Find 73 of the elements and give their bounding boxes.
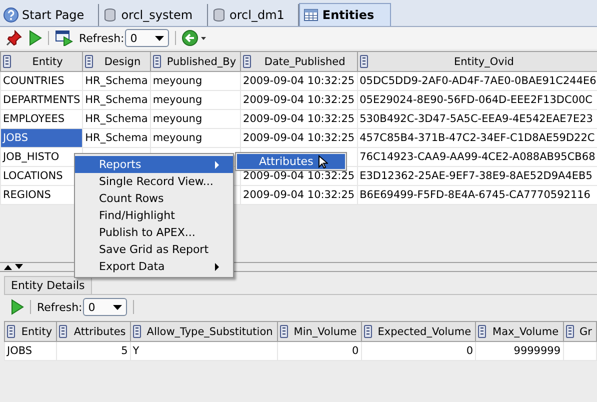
sort-icon	[280, 325, 288, 338]
table-cell: meyoung	[150, 72, 241, 90]
table-cell: HR_Schema	[82, 128, 150, 148]
mouse-cursor-icon	[318, 155, 328, 169]
database-icon	[102, 7, 118, 23]
table-cell: DEPARTMENTS	[0, 90, 83, 110]
table-cell: 2009-09-04 10:32:25	[240, 110, 358, 128]
sort-icon	[59, 325, 68, 338]
column-header[interactable]: Date_Published	[240, 52, 358, 72]
table-cell: HR_Schema	[82, 90, 150, 110]
table-cell: 2009-09-04 10:32:25	[240, 186, 358, 204]
refresh-dropdown[interactable]: 0	[83, 298, 128, 316]
table-cell: COUNTRIES	[0, 72, 83, 90]
column-header[interactable]: Published_By	[150, 52, 241, 72]
editor-tab[interactable]: Entities	[299, 3, 392, 26]
table-cell: meyoung	[150, 90, 241, 110]
table-cell: 2009-09-04 10:32:25	[240, 90, 358, 110]
table-cell: HR_Schema	[82, 72, 150, 90]
sort-icon	[478, 325, 486, 338]
dropdown-arrow-icon	[113, 304, 122, 310]
table-cell: 0	[361, 342, 476, 360]
column-header[interactable]: Max_Volume	[476, 322, 564, 342]
table-cell: 0	[277, 342, 362, 360]
table-cell: meyoung	[150, 128, 241, 148]
refresh-label: Refresh:	[37, 300, 82, 314]
editor-tab[interactable]: Start Page	[0, 4, 100, 26]
table-cell: meyoung	[150, 110, 241, 128]
sort-icon	[360, 55, 368, 68]
dropdown-arrow-icon	[155, 36, 164, 40]
sort-icon	[7, 325, 15, 338]
table-cell: 2009-09-04 10:32:25	[240, 128, 358, 148]
back-arrow-icon[interactable]	[182, 30, 208, 46]
sql-run-icon[interactable]	[55, 30, 73, 46]
menu-item[interactable]: Attributes	[237, 154, 345, 169]
column-header[interactable]: Design	[82, 52, 150, 72]
column-header[interactable]: Attributes	[56, 322, 130, 342]
column-header[interactable]: Entity	[0, 52, 83, 72]
refresh-label: Refresh:	[79, 32, 124, 44]
sort-icon	[132, 325, 141, 338]
column-header[interactable]: Entity	[4, 322, 57, 342]
column-header[interactable]: Gr	[563, 322, 596, 342]
pin-icon[interactable]	[6, 30, 22, 46]
menu-item[interactable]: Find/Highlight	[75, 207, 233, 224]
refresh-dropdown[interactable]: 0	[125, 29, 170, 47]
collapse-arrows-icon[interactable]	[4, 264, 24, 270]
run-icon[interactable]	[10, 299, 24, 315]
table-icon	[303, 7, 320, 23]
menu-item[interactable]: Export Data	[75, 258, 233, 275]
table-cell: 5	[56, 342, 130, 360]
sort-icon	[85, 55, 94, 68]
run-icon[interactable]	[28, 30, 42, 46]
column-header[interactable]: Expected_Volume	[361, 322, 476, 342]
sort-icon	[364, 325, 372, 338]
table-cell: 2009-09-04 10:32:25	[240, 72, 358, 90]
column-header[interactable]: Min_Volume	[277, 322, 362, 342]
editor-tab[interactable]: orcl_system	[99, 4, 208, 26]
table-cell: Y	[130, 342, 278, 360]
panel-tab[interactable]: Entity Details	[4, 276, 92, 294]
table-cell: JOBS	[4, 342, 57, 360]
table-cell: JOBS	[0, 128, 83, 148]
sort-icon	[152, 55, 161, 68]
menu-item[interactable]: Reports	[75, 156, 233, 173]
database-icon	[210, 7, 227, 23]
table-cell: 9999999	[476, 342, 564, 360]
table-cell: HR_Schema	[82, 110, 150, 128]
menu-item[interactable]: Publish to APEX...	[75, 224, 233, 241]
help-icon	[3, 7, 19, 23]
column-header[interactable]: Allow_Type_Substitution	[130, 322, 278, 342]
sort-icon	[3, 55, 11, 68]
sort-icon	[566, 325, 574, 338]
sort-icon	[243, 55, 252, 68]
menu-item[interactable]: Save Grid as Report	[75, 241, 233, 258]
column-header[interactable]: Entity_Ovid	[357, 52, 597, 72]
